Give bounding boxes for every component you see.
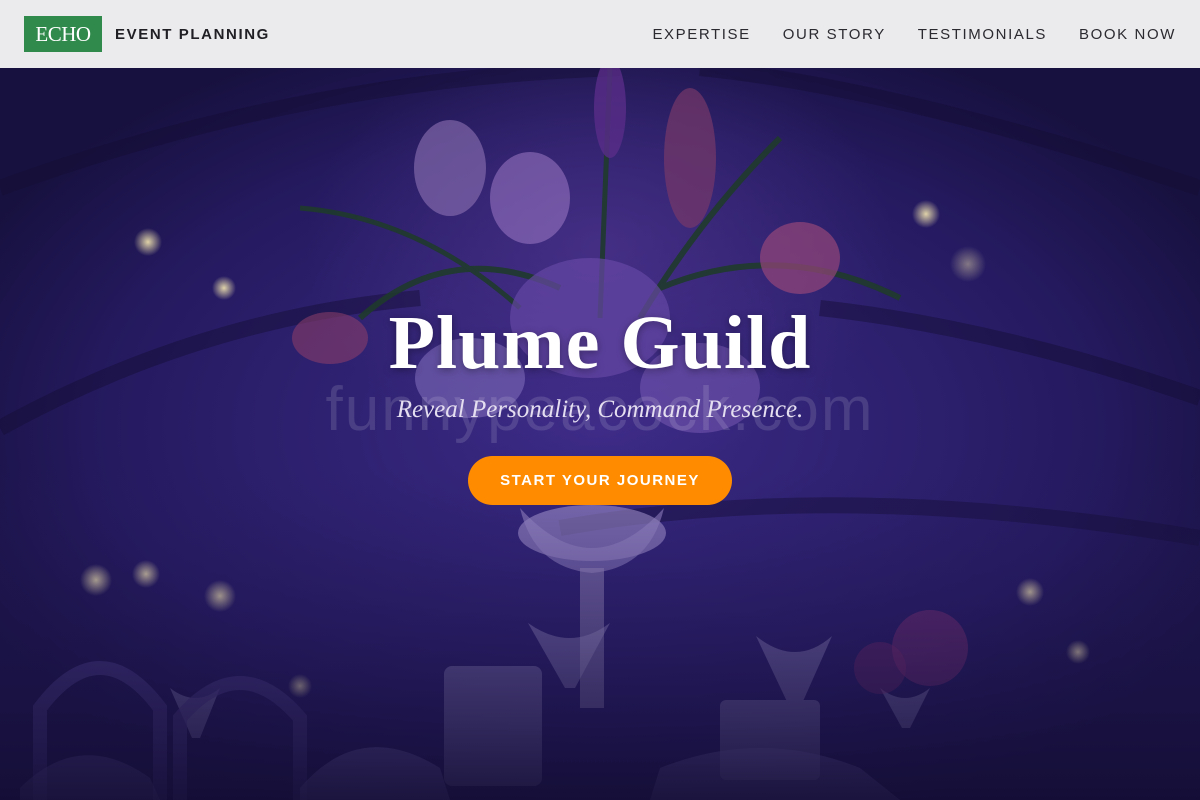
brand[interactable]: ECHO EVENT PLANNING [24, 16, 270, 52]
start-journey-button[interactable]: START YOUR JOURNEY [468, 456, 732, 505]
site-header: ECHO EVENT PLANNING EXPERTISE OUR STORY … [0, 0, 1200, 68]
nav-link-testimonials[interactable]: TESTIMONIALS [918, 26, 1047, 43]
nav-link-book-now[interactable]: BOOK NOW [1079, 26, 1176, 43]
nav-link-our-story[interactable]: OUR STORY [783, 26, 886, 43]
hero-title: Plume Guild [388, 301, 812, 385]
brand-name[interactable]: EVENT PLANNING [115, 26, 270, 43]
logo[interactable]: ECHO [24, 16, 102, 52]
hero-content: funnypeacock.com Plume Guild Reveal Pers… [0, 68, 1200, 800]
hero-section: funnypeacock.com Plume Guild Reveal Pers… [0, 68, 1200, 800]
hero-subtitle: Reveal Personality, Command Presence. [396, 396, 804, 423]
nav-link-expertise[interactable]: EXPERTISE [652, 26, 750, 43]
main-nav: EXPERTISE OUR STORY TESTIMONIALS BOOK NO… [652, 26, 1176, 43]
